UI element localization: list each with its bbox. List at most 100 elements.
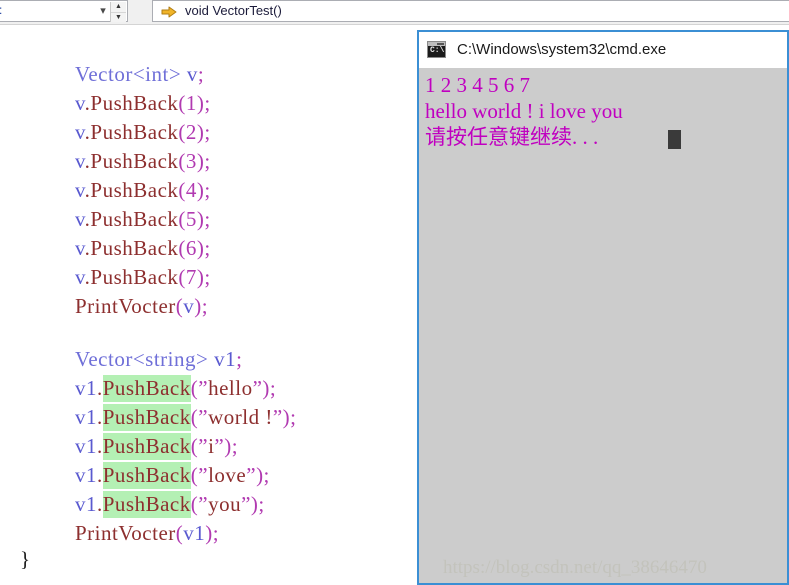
code-token: PushBack (90, 236, 179, 260)
code-token: v (75, 91, 85, 115)
code-token: ” (198, 376, 209, 400)
console-output-line: 1 2 3 4 5 6 7 (425, 73, 530, 97)
code-token: } (20, 547, 31, 571)
code-token: ” (198, 463, 209, 487)
code-token: ( (178, 120, 186, 144)
code-token: ” (241, 492, 251, 516)
code-token: ” (214, 434, 225, 458)
code-token: v (75, 265, 85, 289)
code-token: string (145, 347, 196, 371)
code-token: v1 (183, 521, 206, 545)
code-token: ( (178, 265, 186, 289)
code-token: ” (246, 463, 257, 487)
code-token: ” (198, 434, 209, 458)
code-token: ); (256, 463, 270, 487)
code-token: > (196, 347, 209, 371)
code-token: ); (196, 120, 211, 144)
code-token: PrintVocter (75, 521, 176, 545)
code-token: v (186, 62, 198, 86)
code-line[interactable]: PrintVocter(v1); (75, 519, 219, 548)
code-token: PushBack (102, 491, 191, 518)
code-line[interactable]: v1.PushBack(”i”); (75, 432, 238, 461)
chevron-down-icon[interactable]: ▾ (97, 6, 109, 18)
console-cursor (668, 130, 681, 149)
code-token: int (145, 62, 169, 86)
console-watermark: https://blog.csdn.net/qq_38646470 (443, 557, 707, 578)
code-token: Vector (75, 62, 133, 86)
console-output-line: hello world ! i love you (425, 99, 623, 123)
code-token: ); (196, 91, 211, 115)
code-line[interactable]: v1.PushBack(”world !”); (75, 403, 296, 432)
code-token: ); (196, 178, 211, 202)
code-line[interactable]: v.PushBack(3); (75, 147, 211, 176)
code-token: 3 (185, 149, 197, 173)
code-token: ( (178, 149, 186, 173)
code-token: ” (272, 405, 283, 429)
code-token: < (132, 347, 146, 371)
code-token: ” (198, 405, 209, 429)
console-output-area[interactable]: 1 2 3 4 5 6 7 hello world ! i love you 请按任… (419, 68, 787, 583)
code-token: v1 (75, 434, 97, 458)
member-combobox-value: void VectorTest() (185, 3, 282, 18)
code-token: hello (208, 376, 253, 400)
code-line[interactable]: Vector<string> v1; (75, 345, 242, 374)
code-token: < (132, 62, 146, 86)
code-token: v (183, 294, 195, 318)
scope-spinner[interactable]: ▲ ▼ (110, 2, 126, 22)
code-token: . (97, 434, 103, 458)
code-token: v (75, 120, 85, 144)
triangle-up-icon[interactable]: ▲ (111, 2, 126, 12)
code-token: 1 (185, 91, 197, 115)
code-token: ); (224, 434, 239, 458)
code-token: PushBack (102, 375, 191, 402)
code-token: Vector (75, 347, 133, 371)
code-token: v (75, 207, 85, 231)
code-token: ; (197, 62, 205, 86)
code-token: PushBack (102, 462, 191, 489)
code-token: . (97, 405, 103, 429)
code-token: ); (196, 149, 211, 173)
console-window[interactable]: C:\ C:\Windows\system32\cmd.exe 1 2 3 4 … (417, 30, 789, 585)
code-line[interactable]: PrintVocter(v); (75, 292, 208, 321)
triangle-down-icon[interactable]: ▼ (111, 12, 126, 23)
code-line[interactable]: } (20, 545, 31, 574)
code-token: v (75, 178, 85, 202)
code-token: ( (178, 236, 186, 260)
code-line[interactable]: Vector<int> v; (75, 60, 204, 89)
code-token: ( (178, 178, 186, 202)
code-line[interactable]: v1.PushBack(”you”); (75, 490, 265, 519)
console-title: C:\Windows\system32\cmd.exe (457, 41, 667, 58)
code-token: v1 (214, 347, 237, 371)
code-line[interactable]: v.PushBack(1); (75, 89, 211, 118)
code-token: ( (178, 91, 186, 115)
code-token: PushBack (90, 178, 179, 202)
code-line[interactable]: v.PushBack(4); (75, 176, 211, 205)
member-combobox[interactable]: void VectorTest() (152, 0, 789, 22)
code-token: ); (196, 207, 211, 231)
scope-combobox[interactable]: : ▾ ▲ ▼ (0, 0, 128, 22)
code-token: ” (252, 376, 263, 400)
code-line[interactable]: v.PushBack(6); (75, 234, 211, 263)
code-line[interactable]: v.PushBack(7); (75, 263, 211, 292)
code-token: world ! (208, 405, 273, 429)
code-token: ); (196, 236, 211, 260)
code-token: ; (236, 347, 243, 371)
code-token: . (97, 376, 103, 400)
code-line[interactable]: v1.PushBack(”love”); (75, 461, 270, 490)
code-token: ); (205, 521, 220, 545)
code-token: ); (194, 294, 209, 318)
code-token: . (97, 492, 103, 516)
code-token: v1 (75, 405, 97, 429)
code-line[interactable]: v.PushBack(5); (75, 205, 211, 234)
code-token: v (75, 236, 85, 260)
code-token: v1 (75, 463, 97, 487)
code-token: PushBack (90, 265, 179, 289)
code-token: v1 (75, 492, 97, 516)
code-token: ” (198, 492, 209, 516)
code-token: PushBack (102, 433, 191, 460)
code-line[interactable]: v.PushBack(2); (75, 118, 211, 147)
code-token: PushBack (90, 207, 179, 231)
code-line[interactable]: v1.PushBack(”hello”); (75, 374, 276, 403)
code-token: ); (250, 492, 265, 516)
console-titlebar[interactable]: C:\ C:\Windows\system32\cmd.exe (419, 32, 787, 68)
